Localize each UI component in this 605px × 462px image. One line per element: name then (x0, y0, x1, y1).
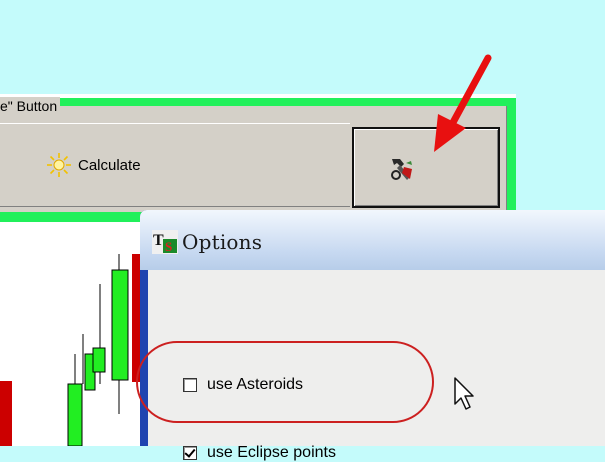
candle-down (132, 254, 140, 382)
options-tool-icon (391, 159, 412, 180)
eclipse-option[interactable]: use Eclipse points (183, 444, 336, 462)
calculate-button[interactable]: Calculate (0, 123, 350, 207)
button-group-caption: e" Button (0, 97, 61, 115)
sun-icon (47, 153, 71, 177)
dialog-titlebar[interactable]: T S Options (140, 210, 605, 270)
candlestick-chart (0, 254, 140, 446)
eclipse-label: use Eclipse points (207, 444, 336, 461)
red-arrow-icon (434, 54, 492, 152)
candle-down (0, 381, 12, 446)
candle-up (92, 347, 106, 373)
svg-text:T: T (153, 232, 164, 249)
dialog-title: Options (182, 230, 263, 254)
mouse-cursor-icon (454, 377, 474, 410)
highlight-ellipse (136, 341, 434, 423)
app-icon: T S (152, 230, 178, 254)
candle-up (111, 269, 129, 381)
eclipse-checkbox[interactable] (183, 446, 197, 460)
svg-text:S: S (165, 239, 172, 254)
calculate-label: Calculate (78, 156, 141, 174)
candle-up (67, 383, 83, 446)
